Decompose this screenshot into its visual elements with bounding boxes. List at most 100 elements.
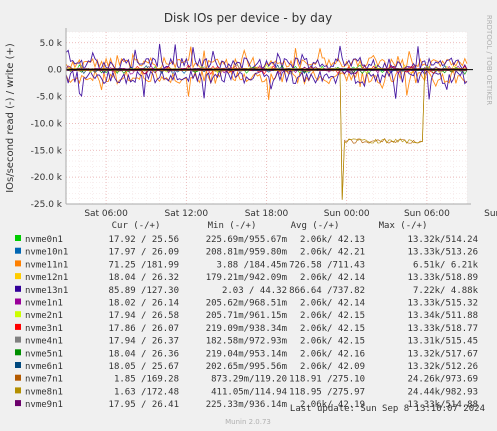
y-axis-label: IOs/second read (-) / write (+) bbox=[5, 43, 16, 193]
x-tick-label: Sat 12:00 bbox=[165, 209, 209, 219]
legend-min-value: 411.05m/114.94 bbox=[211, 387, 287, 397]
legend-max-value: 7.22k/ 4.88k bbox=[413, 286, 479, 296]
legend-max-value: 6.51k/ 6.21k bbox=[413, 260, 479, 270]
legend-swatch-nvme0n1 bbox=[15, 235, 21, 241]
y-tick-labels: 5.0 k 0.0 -5.0 k -10.0 k -15.0 k -20.0 k -25.0… bbox=[31, 39, 63, 210]
legend-min-value: 205.71m/961.15m bbox=[206, 311, 287, 321]
legend-max-value: 24.44k/982.93 bbox=[408, 387, 478, 397]
legend-name: nvme8n1 bbox=[25, 387, 63, 397]
legend-max-value: 13.32k/512.26 bbox=[408, 362, 478, 372]
munin-version: Munin 2.0.73 bbox=[225, 418, 271, 426]
legend-swatch-nvme10n1 bbox=[15, 247, 21, 254]
y-tick-label: -10.0 k bbox=[31, 119, 63, 129]
legend-swatch-nvme12n1 bbox=[15, 273, 21, 280]
legend-name: nvme7n1 bbox=[25, 375, 63, 385]
legend-max-value: 13.32k/517.67 bbox=[408, 349, 478, 359]
legend-min-value: 873.29m/119.20 bbox=[211, 375, 287, 385]
legend-cur-value: 1.63 /172.48 bbox=[114, 387, 179, 397]
legend-avg-value: 2.06k/ 42.15 bbox=[300, 324, 365, 334]
x-tick-label: Sat 06:00 bbox=[84, 209, 128, 219]
legend-cur-value: 18.05 / 25.67 bbox=[109, 362, 179, 372]
legend-max-value: 13.32k/514.24 bbox=[408, 235, 478, 245]
chart-title: Disk IOs per device - by day bbox=[164, 11, 332, 25]
y-tick-label: 5.0 k bbox=[40, 39, 63, 49]
legend-swatch-nvme2n1 bbox=[15, 311, 21, 318]
legend-name: nvme13n1 bbox=[25, 286, 68, 296]
legend-name: nvme5n1 bbox=[25, 349, 63, 359]
legend-avg-value: 2.06k/ 42.15 bbox=[300, 337, 365, 347]
legend-cur-value: 17.97 / 26.09 bbox=[109, 248, 179, 258]
legend-max-value: 13.33k/513.26 bbox=[408, 248, 478, 258]
legend-swatch-nvme6n1 bbox=[15, 362, 21, 368]
legend-name: nvme11n1 bbox=[25, 260, 68, 270]
legend-name: nvme9n1 bbox=[25, 400, 63, 410]
x-tick-label: Sun 06:00 bbox=[404, 209, 450, 219]
legend-avg-value: 2.06k/ 42.15 bbox=[300, 311, 365, 321]
legend-swatch-nvme8n1 bbox=[15, 387, 21, 394]
legend-swatch-nvme5n1 bbox=[15, 349, 21, 356]
legend-cur-value: 1.85 /169.28 bbox=[114, 375, 179, 385]
legend-avg-value: 118.91 /275.10 bbox=[289, 375, 365, 385]
legend-cur-value: 17.86 / 26.07 bbox=[109, 324, 179, 334]
legend-min-value: 179.21m/942.09m bbox=[206, 273, 287, 283]
legend-name: nvme0n1 bbox=[25, 235, 63, 245]
legend-header: Min (-/+) bbox=[208, 221, 257, 231]
legend-max-value: 13.33k/518.77 bbox=[408, 324, 478, 334]
legend-swatch-nvme1n1 bbox=[15, 298, 21, 305]
legend-header: Cur (-/+) bbox=[112, 221, 161, 231]
legend-cur-value: 17.94 / 26.37 bbox=[109, 337, 179, 347]
y-tick-label: -5.0 k bbox=[36, 93, 62, 103]
legend-name: nvme12n1 bbox=[25, 273, 68, 283]
y-tick-label: -15.0 k bbox=[31, 146, 63, 156]
legend-avg-value: 2.06k/ 42.13 bbox=[300, 235, 365, 245]
legend: Cur (-/+) Min (-/+) Avg (-/+) Max (-/+) nvme… bbox=[15, 221, 479, 410]
legend-cur-value: 17.95 / 26.41 bbox=[109, 400, 179, 410]
legend-min-value: 182.58m/972.93m bbox=[206, 337, 287, 347]
legend-swatch-nvme3n1 bbox=[15, 323, 21, 330]
rrdtool-credit: RRDTOOL / TOBI OETIKER bbox=[485, 15, 493, 105]
legend-swatch-nvme13n1 bbox=[15, 285, 21, 292]
legend-cur-value: 18.04 / 26.32 bbox=[109, 273, 179, 283]
legend-avg-value: 2.06k/ 42.14 bbox=[300, 299, 365, 309]
y-tick-label: -20.0 k bbox=[31, 173, 63, 183]
legend-max-value: 13.34k/511.88 bbox=[408, 311, 478, 321]
legend-min-value: 3.88 /184.45m bbox=[217, 260, 287, 270]
legend-max-value: 13.31k/515.45 bbox=[408, 337, 478, 347]
y-tick-label: -25.0 k bbox=[31, 200, 63, 210]
legend-max-value: 24.26k/973.69 bbox=[408, 375, 478, 385]
legend-min-value: 225.33m/936.14m bbox=[206, 400, 287, 410]
legend-cur-value: 18.04 / 26.36 bbox=[109, 349, 179, 359]
legend-cur-value: 71.25 /181.99 bbox=[109, 260, 179, 270]
legend-max-value: 13.33k/518.89 bbox=[408, 273, 478, 283]
x-tick-label: Sun 00:00 bbox=[324, 209, 370, 219]
legend-max-value: 13.33k/515.32 bbox=[408, 299, 478, 309]
x-tick-label: Sun 12:00 bbox=[484, 209, 497, 219]
legend-min-value: 205.62m/968.51m bbox=[206, 299, 287, 309]
legend-header: Avg (-/+) bbox=[291, 221, 340, 231]
legend-swatch-nvme11n1 bbox=[15, 260, 21, 267]
last-update: Last update: Sun Sep 8 13:10:07 2024 bbox=[290, 404, 485, 414]
legend-avg-value: 118.95 /275.97 bbox=[289, 387, 365, 397]
legend-avg-value: 866.64 /737.82 bbox=[289, 286, 365, 296]
legend-min-value: 219.09m/938.34m bbox=[206, 324, 287, 334]
legend-swatch-nvme7n1 bbox=[15, 374, 21, 381]
legend-avg-value: 2.06k/ 42.14 bbox=[300, 273, 365, 283]
legend-avg-value: 2.06k/ 42.21 bbox=[300, 248, 365, 258]
legend-min-value: 208.81m/959.80m bbox=[206, 248, 287, 258]
disk-io-chart: Disk IOs per device - by day IOs/second … bbox=[5, 11, 497, 426]
legend-avg-value: 2.06k/ 42.16 bbox=[300, 349, 365, 359]
legend-name: nvme3n1 bbox=[25, 324, 63, 334]
legend-min-value: 202.65m/995.56m bbox=[206, 362, 287, 372]
legend-avg-value: 2.06k/ 42.09 bbox=[300, 362, 365, 372]
legend-swatch-nvme9n1 bbox=[15, 400, 21, 407]
legend-cur-value: 85.89 /127.30 bbox=[109, 286, 179, 296]
legend-name: nvme2n1 bbox=[25, 311, 63, 321]
legend-cur-value: 17.94 / 26.58 bbox=[109, 311, 179, 321]
x-tick-labels: Sat 06:00 Sat 12:00 Sat 18:00 Sun 00:00 Sun … bbox=[84, 209, 497, 219]
legend-min-value: 219.04m/953.14m bbox=[206, 349, 287, 359]
legend-name: nvme4n1 bbox=[25, 337, 63, 347]
legend-swatch-nvme4n1 bbox=[15, 336, 21, 343]
legend-name: nvme1n1 bbox=[25, 299, 63, 309]
legend-cur-value: 17.92 / 25.56 bbox=[109, 235, 179, 245]
legend-cur-value: 18.02 / 26.14 bbox=[109, 299, 179, 309]
